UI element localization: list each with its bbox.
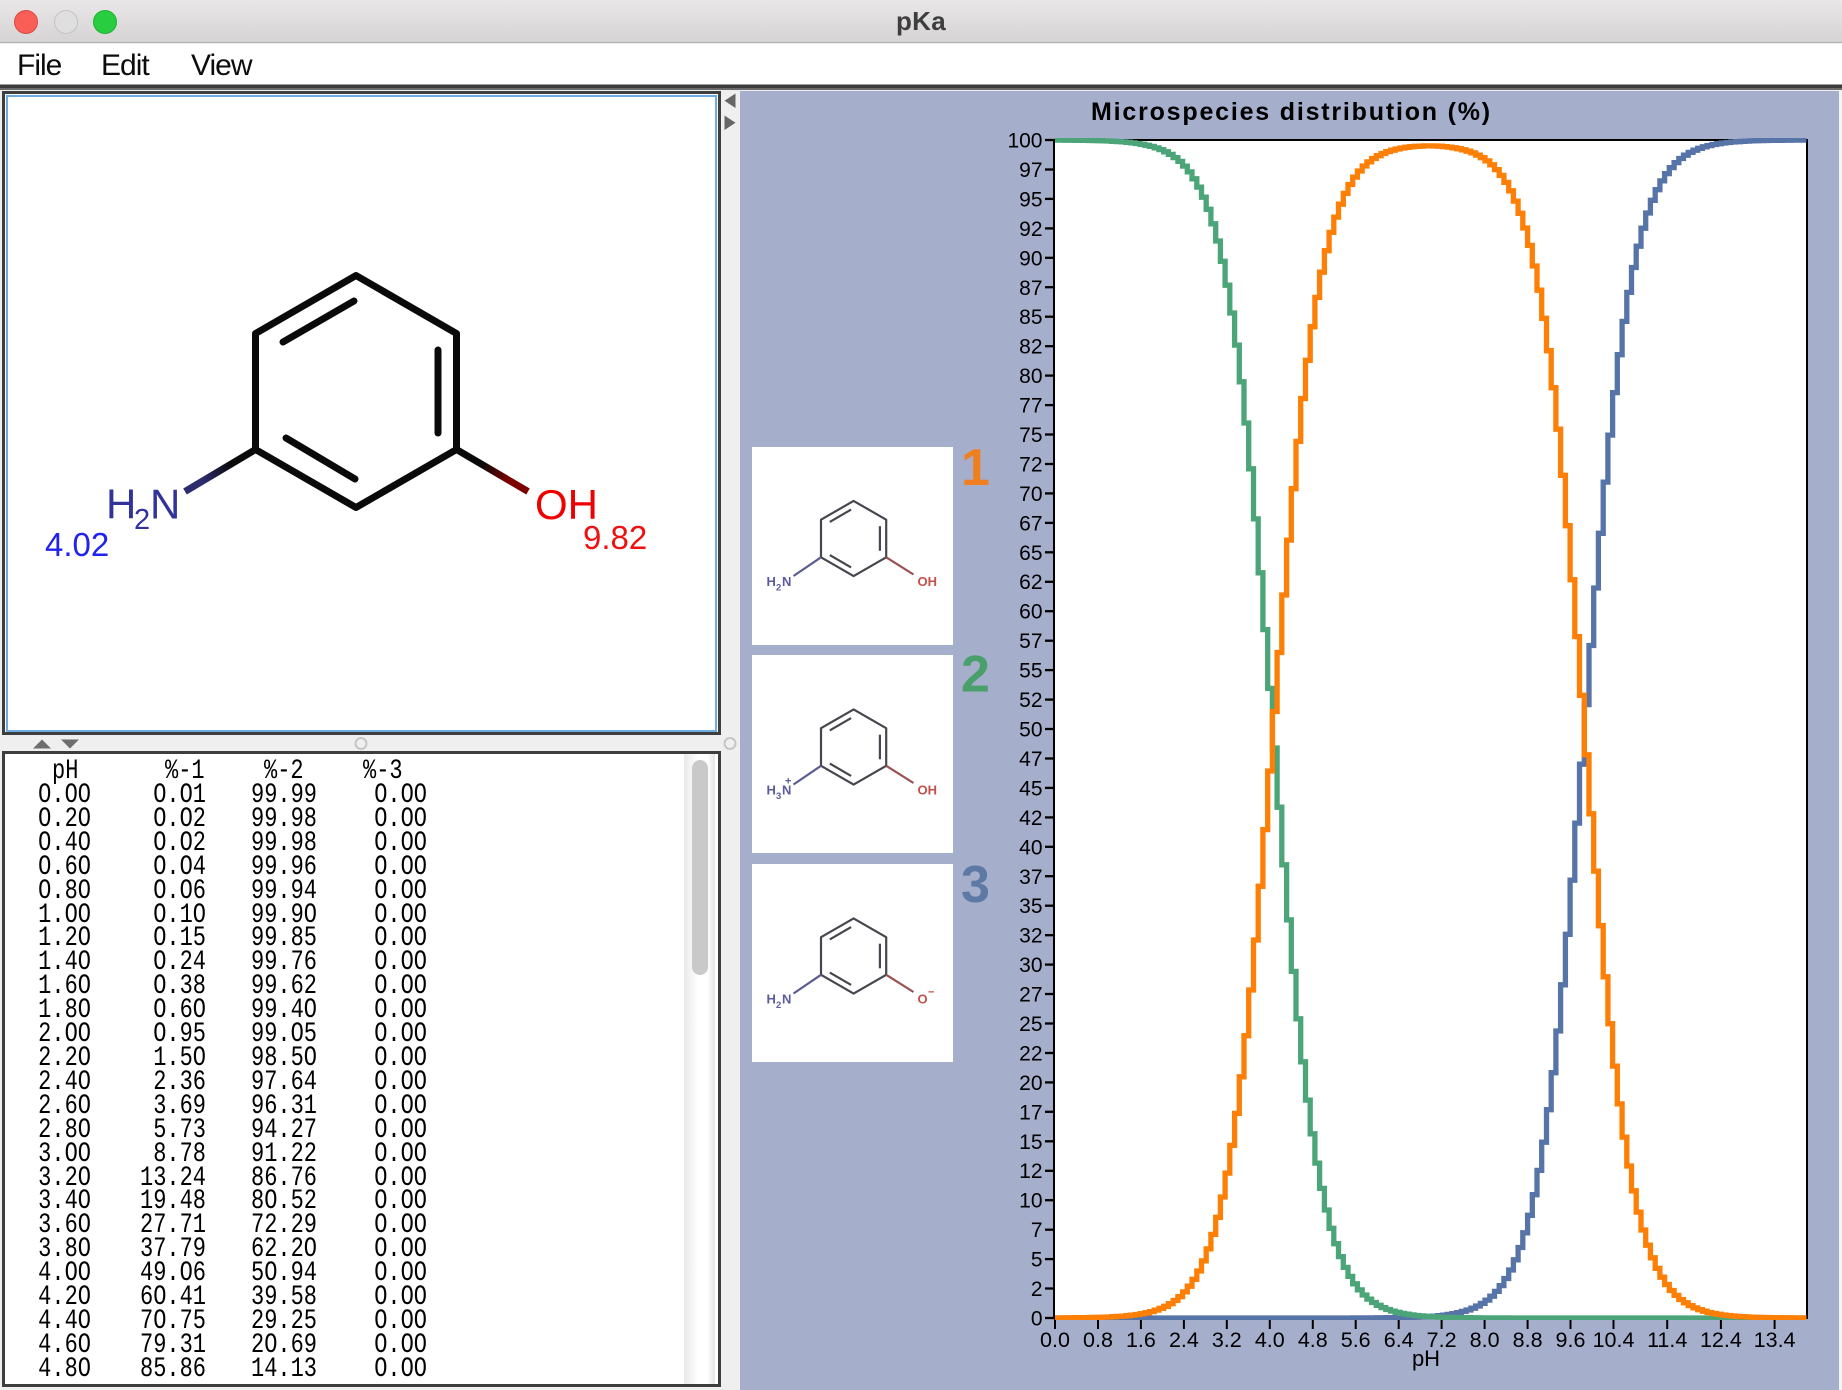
svg-text:60: 60	[1019, 601, 1042, 624]
svg-text:65: 65	[1019, 542, 1042, 565]
svg-text:4.02: 4.02	[45, 526, 109, 563]
svg-text:9.82: 9.82	[583, 519, 647, 556]
svg-text:22: 22	[1019, 1043, 1042, 1066]
svg-text:97: 97	[1019, 159, 1042, 182]
svg-text:5.6: 5.6	[1341, 1328, 1371, 1352]
svg-text:62: 62	[1019, 571, 1042, 594]
svg-text:17: 17	[1019, 1101, 1042, 1124]
svg-text:100: 100	[1007, 130, 1042, 153]
svg-text:50: 50	[1019, 719, 1042, 742]
svg-text:72: 72	[1019, 454, 1042, 477]
svg-text:40: 40	[1019, 836, 1042, 859]
svg-text:47: 47	[1019, 748, 1042, 771]
svg-text:H: H	[767, 783, 776, 798]
svg-text:9.6: 9.6	[1556, 1328, 1586, 1352]
svg-text:2: 2	[1031, 1278, 1043, 1301]
svg-text:45: 45	[1019, 777, 1042, 800]
svg-text:4.0: 4.0	[1255, 1328, 1285, 1352]
svg-text:OH: OH	[918, 783, 938, 798]
svg-text:3: 3	[961, 856, 990, 914]
svg-text:52: 52	[1019, 689, 1042, 712]
svg-text:4.8: 4.8	[1298, 1328, 1328, 1352]
svg-text:2: 2	[134, 504, 150, 536]
svg-text:67: 67	[1019, 512, 1042, 535]
svg-text:70: 70	[1019, 483, 1042, 506]
svg-text:7: 7	[1031, 1219, 1043, 1242]
svg-text:H: H	[767, 992, 776, 1007]
svg-text:2: 2	[776, 583, 781, 594]
svg-text:10.4: 10.4	[1593, 1328, 1635, 1352]
svg-text:H: H	[106, 481, 136, 528]
svg-text:90: 90	[1019, 247, 1042, 270]
svg-text:+: +	[785, 776, 791, 788]
svg-text:0.8: 0.8	[1083, 1328, 1113, 1352]
svg-text:N: N	[782, 574, 791, 589]
svg-text:2: 2	[776, 1000, 781, 1011]
svg-text:O: O	[918, 992, 928, 1007]
svg-text:30: 30	[1019, 954, 1042, 977]
svg-text:6.4: 6.4	[1384, 1328, 1414, 1352]
svg-text:80: 80	[1019, 365, 1042, 388]
svg-text:3: 3	[776, 791, 781, 802]
svg-text:1.6: 1.6	[1126, 1328, 1156, 1352]
svg-text:15: 15	[1019, 1131, 1042, 1154]
svg-text:12.4: 12.4	[1700, 1328, 1742, 1352]
svg-text:N: N	[782, 992, 791, 1007]
svg-text:2.4: 2.4	[1169, 1328, 1199, 1352]
svg-text:37: 37	[1019, 866, 1042, 889]
svg-text:42: 42	[1019, 807, 1042, 830]
svg-text:H: H	[767, 574, 776, 589]
svg-text:55: 55	[1019, 660, 1042, 683]
svg-text:Microspecies distribution (%): Microspecies distribution (%)	[1091, 98, 1492, 126]
svg-text:27: 27	[1019, 984, 1042, 1007]
svg-text:−: −	[928, 987, 934, 999]
svg-text:3.2: 3.2	[1212, 1328, 1242, 1352]
svg-text:11.4: 11.4	[1647, 1328, 1687, 1352]
svg-text:85: 85	[1019, 306, 1042, 329]
svg-text:25: 25	[1019, 1013, 1042, 1036]
svg-text:95: 95	[1019, 188, 1042, 211]
svg-text:8.8: 8.8	[1513, 1328, 1543, 1352]
svg-text:35: 35	[1019, 895, 1042, 918]
svg-text:20: 20	[1019, 1072, 1042, 1095]
svg-text:87: 87	[1019, 277, 1042, 300]
svg-text:92: 92	[1019, 218, 1042, 241]
svg-text:32: 32	[1019, 925, 1042, 948]
svg-text:12: 12	[1019, 1160, 1042, 1183]
svg-text:57: 57	[1019, 630, 1042, 653]
svg-text:N: N	[150, 481, 180, 528]
svg-text:13.4: 13.4	[1754, 1328, 1796, 1352]
svg-text:8.0: 8.0	[1470, 1328, 1500, 1352]
svg-text:10: 10	[1019, 1190, 1042, 1213]
svg-text:pH: pH	[1412, 1346, 1440, 1371]
svg-text:0.0: 0.0	[1040, 1328, 1070, 1352]
svg-text:2: 2	[961, 646, 990, 704]
svg-text:75: 75	[1019, 424, 1042, 447]
svg-text:82: 82	[1019, 336, 1042, 359]
svg-text:77: 77	[1019, 395, 1042, 418]
svg-text:5: 5	[1031, 1249, 1043, 1272]
svg-text:OH: OH	[918, 574, 938, 589]
svg-text:1: 1	[961, 439, 990, 497]
